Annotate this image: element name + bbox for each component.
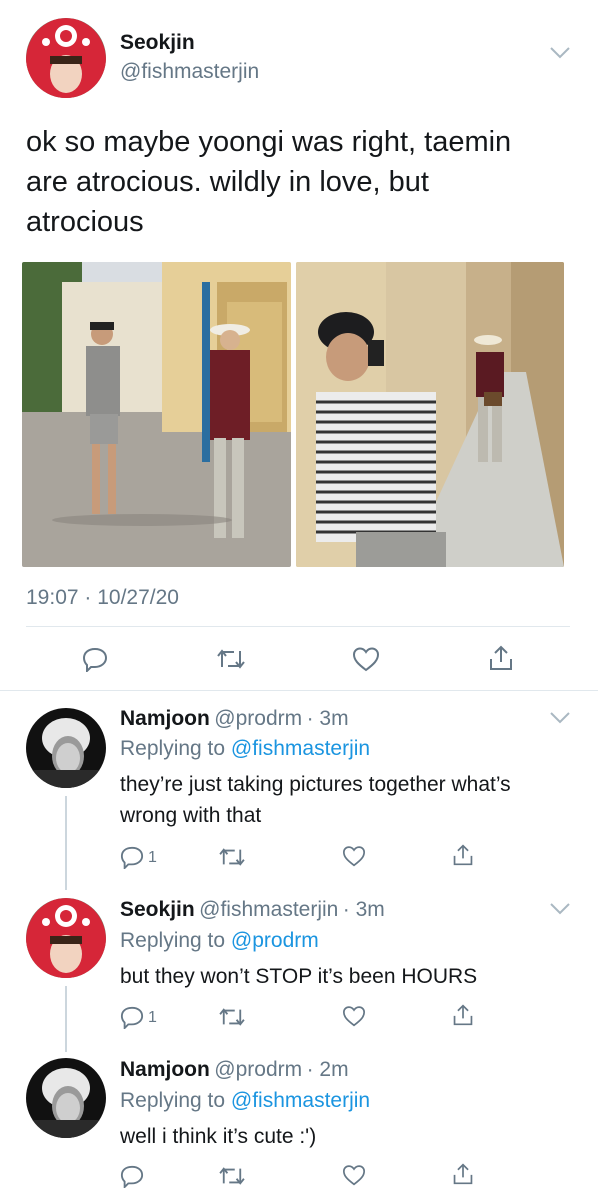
reply-header: Namjoon @prodrm · 2m: [120, 1058, 349, 1082]
retweet-icon[interactable]: [218, 846, 246, 868]
reply-text-line: wrong with that: [120, 804, 262, 827]
tweet-text-line: atrocious: [26, 206, 144, 238]
reply-text: they’re just taking pictures together wh…: [120, 769, 580, 831]
reply-author-name[interactable]: Namjoon: [120, 707, 210, 730]
section-divider: [0, 690, 598, 691]
heart-icon[interactable]: [352, 646, 380, 672]
reply-author-name[interactable]: Seokjin: [120, 898, 195, 921]
reply-icon[interactable]: [120, 845, 144, 869]
seokjin-avatar[interactable]: [26, 18, 106, 98]
heart-icon[interactable]: [342, 1005, 366, 1027]
share-icon[interactable]: [452, 1003, 474, 1027]
seokjin-avatar[interactable]: [26, 898, 106, 978]
reply-count: 1: [148, 849, 157, 866]
reply-text-line: but they won’t STOP it’s been HOURS: [120, 965, 478, 988]
reply-icon[interactable]: [120, 1005, 144, 1029]
reply-icon[interactable]: [82, 646, 108, 672]
tweet-photo-2[interactable]: [296, 262, 564, 567]
chevron-down-icon[interactable]: [549, 902, 571, 916]
reply-author-handle[interactable]: @fishmasterjin: [199, 898, 338, 921]
thread-line: [65, 796, 67, 890]
reply-time[interactable]: · 3m: [307, 707, 349, 730]
share-icon[interactable]: [452, 1162, 474, 1186]
reply-author-handle[interactable]: @prodrm: [214, 1058, 302, 1081]
reply-text-line: well i think it’s cute :'): [120, 1125, 317, 1148]
reply-header: Seokjin @fishmasterjin · 3m: [120, 898, 385, 922]
reply-count: 1: [148, 1009, 157, 1026]
tweet-text-line: ok so maybe yoongi was right, taemin: [26, 126, 512, 158]
retweet-icon[interactable]: [218, 1006, 246, 1028]
divider: [26, 626, 570, 627]
retweet-icon[interactable]: [218, 1165, 246, 1187]
reply-time[interactable]: · 3m: [343, 898, 385, 921]
chevron-down-icon[interactable]: [549, 711, 571, 725]
heart-icon[interactable]: [342, 1164, 366, 1186]
tweet-text: ok so maybe yoongi was right, taemin are…: [26, 122, 586, 242]
replying-prefix: Replying to: [120, 929, 226, 952]
namjoon-avatar[interactable]: [26, 708, 106, 788]
replying-to: Replying to @fishmasterjin: [120, 737, 370, 761]
replying-to: Replying to @fishmasterjin: [120, 1089, 370, 1113]
replying-prefix: Replying to: [120, 1089, 226, 1112]
thread-line: [65, 986, 67, 1052]
tweet-text-line: are atrocious. wildly in love, but: [26, 166, 429, 198]
tweet-timestamp[interactable]: 19:07 · 10/27/20: [26, 586, 179, 610]
mention-link[interactable]: @prodrm: [231, 929, 319, 952]
share-icon[interactable]: [452, 843, 474, 867]
heart-icon[interactable]: [342, 845, 366, 867]
reply-text: but they won’t STOP it’s been HOURS: [120, 961, 580, 992]
reply-author-handle[interactable]: @prodrm: [214, 707, 302, 730]
reply-author-name[interactable]: Namjoon: [120, 1058, 210, 1081]
reply-header: Namjoon @prodrm · 3m: [120, 707, 349, 731]
chevron-down-icon[interactable]: [549, 46, 571, 60]
namjoon-avatar[interactable]: [26, 1058, 106, 1138]
author-handle[interactable]: @fishmasterjin: [120, 60, 259, 84]
reply-icon[interactable]: [120, 1164, 144, 1188]
replying-prefix: Replying to: [120, 737, 226, 760]
reply-time[interactable]: · 2m: [307, 1058, 349, 1081]
reply-text-line: they’re just taking pictures together wh…: [120, 773, 511, 796]
reply-text: well i think it’s cute :'): [120, 1121, 580, 1152]
author-name[interactable]: Seokjin: [120, 31, 195, 55]
share-icon[interactable]: [488, 644, 514, 672]
mention-link[interactable]: @fishmasterjin: [231, 1089, 370, 1112]
replying-to: Replying to @prodrm: [120, 929, 319, 953]
mention-link[interactable]: @fishmasterjin: [231, 737, 370, 760]
retweet-icon[interactable]: [216, 647, 246, 671]
tweet-photo-1[interactable]: [22, 262, 291, 567]
